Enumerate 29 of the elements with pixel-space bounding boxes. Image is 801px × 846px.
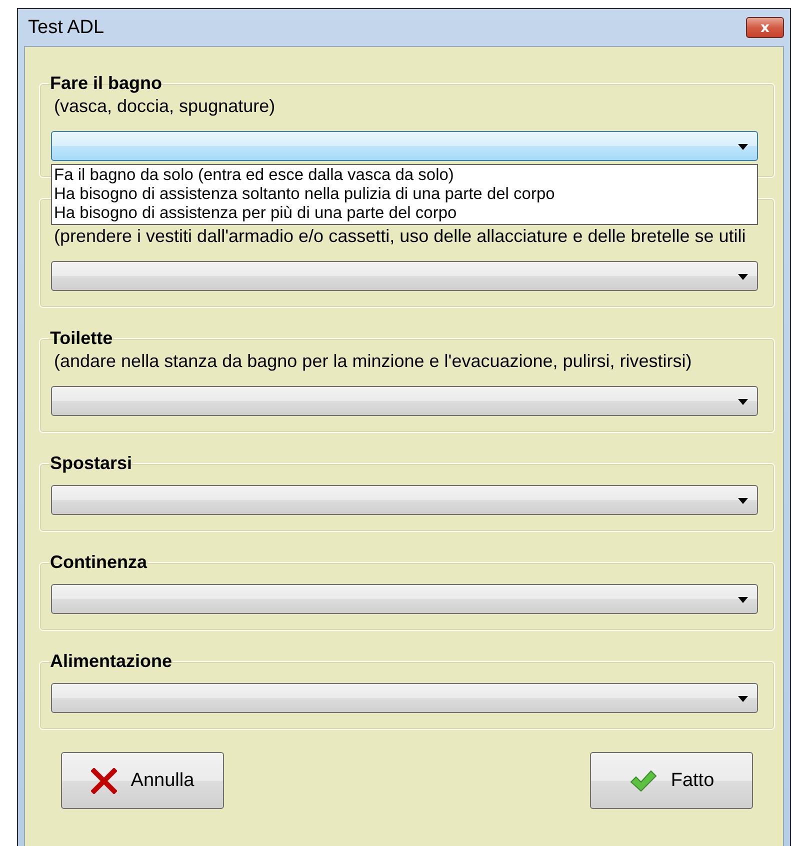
close-button[interactable]: x: [746, 17, 784, 38]
dropdown[interactable]: [51, 485, 758, 515]
dropdown[interactable]: [51, 683, 758, 713]
cancel-button[interactable]: Annulla: [61, 752, 224, 809]
group-title: Toilette: [49, 328, 114, 348]
dropdown-arrow-icon: [738, 498, 748, 504]
close-icon: [90, 768, 117, 794]
group-title: Spostarsi: [49, 453, 134, 473]
dropdown-arrow-icon: [738, 274, 748, 280]
group-title: Fare il bagno: [49, 73, 164, 93]
dropdown[interactable]: [51, 386, 758, 416]
dropdown-arrow-icon: [738, 144, 748, 150]
dropdown[interactable]: [51, 131, 758, 161]
ok-button[interactable]: Fatto: [590, 752, 753, 809]
group-description: (andare nella stanza da bagno per la minzione e l'evacuazione, pulirsi, rivestirsi): [54, 350, 693, 372]
dropdown-arrow-icon: [738, 399, 748, 405]
window-title: Test ADL: [28, 16, 104, 38]
group-title: Continenza: [49, 552, 148, 572]
checkmark-icon: [628, 770, 657, 792]
group-title: Alimentazione: [49, 651, 174, 671]
dropdown-arrow-icon: [738, 597, 748, 603]
dropdown-option[interactable]: Fa il bagno da solo (entra ed esce dalla vasca da solo): [52, 166, 757, 185]
dropdown-option[interactable]: Ha bisogno di assistenza per più di una parte del corpo: [52, 204, 757, 223]
dropdown-arrow-icon: [738, 696, 748, 702]
dropdown[interactable]: [51, 261, 758, 291]
group-description: (prendere i vestiti dall'armadio e/o cassetti, uso delle allacciature e delle bretelle se utili: [54, 225, 747, 247]
group-description: (vasca, doccia, spugnature): [54, 95, 276, 117]
dropdown[interactable]: [51, 584, 758, 614]
dropdown-option[interactable]: Ha bisogno di assistenza soltanto nella pulizia di una parte del corpo: [52, 185, 757, 204]
